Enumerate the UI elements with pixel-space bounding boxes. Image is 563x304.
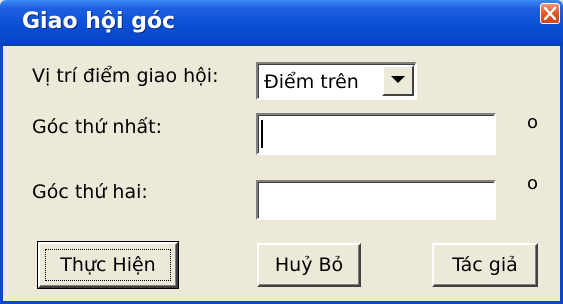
author-button[interactable]: Tác giả bbox=[432, 243, 538, 287]
execute-button[interactable]: Thực Hiện bbox=[37, 241, 179, 289]
position-label: Vị trí điểm giao hội: bbox=[32, 65, 219, 87]
chevron-down-icon bbox=[391, 76, 405, 83]
second-angle-degree-symbol: o bbox=[527, 173, 539, 194]
window-frame-left bbox=[0, 46, 3, 304]
cancel-button-label: Huỷ Bỏ bbox=[274, 254, 344, 276]
second-angle-input[interactable] bbox=[256, 180, 496, 220]
first-angle-input[interactable] bbox=[256, 113, 496, 155]
execute-button-label: Thực Hiện bbox=[60, 254, 156, 276]
dropdown-button[interactable] bbox=[382, 65, 414, 96]
title-bar[interactable]: Giao hội góc bbox=[0, 0, 563, 46]
first-angle-label: Góc thứ nhất: bbox=[32, 116, 162, 138]
close-button[interactable] bbox=[540, 3, 560, 24]
dialog-window: Giao hội góc Vị trí điểm giao hội: Điểm … bbox=[0, 0, 563, 304]
text-caret bbox=[261, 120, 263, 148]
cancel-button[interactable]: Huỷ Bỏ bbox=[257, 243, 361, 287]
close-icon bbox=[544, 7, 556, 20]
author-button-label: Tác giả bbox=[452, 254, 518, 276]
first-angle-degree-symbol: o bbox=[527, 112, 539, 133]
position-select[interactable]: Điểm trên bbox=[256, 62, 417, 100]
second-angle-label: Góc thứ hai: bbox=[32, 181, 148, 203]
position-select-value: Điểm trên bbox=[264, 71, 359, 93]
window-title: Giao hội góc bbox=[22, 9, 176, 34]
